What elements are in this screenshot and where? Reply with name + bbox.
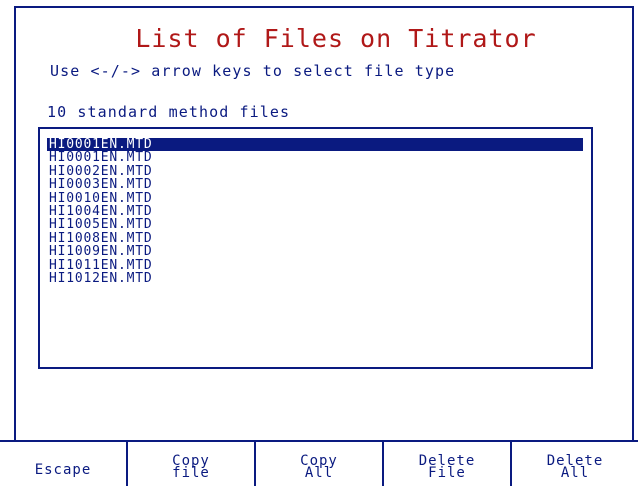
file-list[interactable]: HI0001EN.MTD HI0001EN.MTD HI0002EN.MTD H…: [38, 127, 593, 369]
softkey-bar: Escape Copy file Copy All Delete File De…: [0, 440, 638, 486]
file-list-item[interactable]: HI0002EN.MTD: [47, 164, 583, 178]
delete-file-button-label-line2: File: [428, 465, 466, 481]
delete-all-button-label-line2: All: [560, 465, 590, 481]
file-list-item[interactable]: HI0010EN.MTD: [47, 191, 583, 205]
delete-all-button[interactable]: Delete All: [512, 442, 638, 486]
delete-file-button[interactable]: Delete File: [384, 442, 512, 486]
file-list-item[interactable]: HI1012EN.MTD: [47, 272, 583, 286]
file-list-item[interactable]: HI1008EN.MTD: [47, 231, 583, 245]
file-list-item[interactable]: HI1011EN.MTD: [47, 258, 583, 272]
file-list-item[interactable]: HI1005EN.MTD: [47, 218, 583, 232]
copy-file-button-label-line2: file: [172, 465, 210, 481]
file-list-item[interactable]: HI0001EN.MTD: [47, 151, 583, 165]
file-count-label: 10 standard method files: [47, 103, 291, 121]
copy-all-button-label-line2: All: [304, 465, 334, 481]
file-list-item[interactable]: HI1004EN.MTD: [47, 205, 583, 219]
file-list-item-selected[interactable]: HI0001EN.MTD: [47, 138, 583, 151]
escape-button[interactable]: Escape: [0, 442, 128, 486]
instructions-text: Use <-/-> arrow keys to select file type: [50, 62, 456, 80]
file-list-item[interactable]: HI0003EN.MTD: [47, 178, 583, 192]
page-title: List of Files on Titrator: [135, 24, 537, 53]
escape-button-label: Escape: [34, 462, 92, 478]
copy-file-button[interactable]: Copy file: [128, 442, 256, 486]
copy-all-button[interactable]: Copy All: [256, 442, 384, 486]
titrator-screen: List of Files on Titrator Use <-/-> arro…: [0, 0, 638, 486]
file-list-item[interactable]: HI1009EN.MTD: [47, 245, 583, 259]
